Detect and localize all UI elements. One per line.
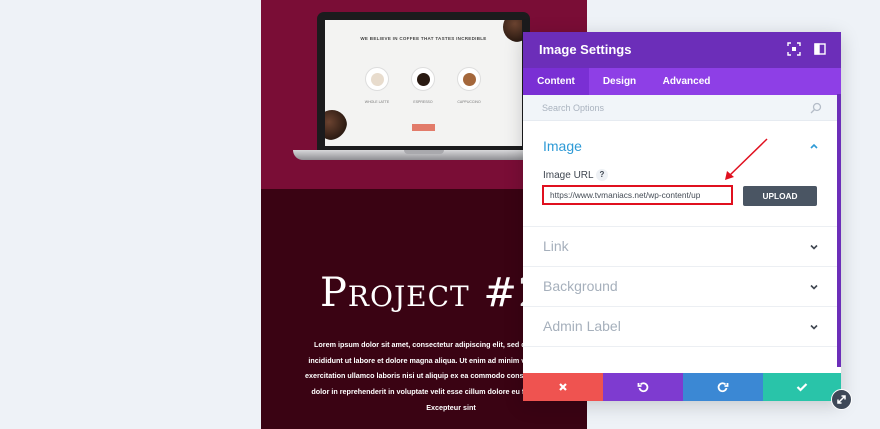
annotation-arrow xyxy=(725,138,768,180)
